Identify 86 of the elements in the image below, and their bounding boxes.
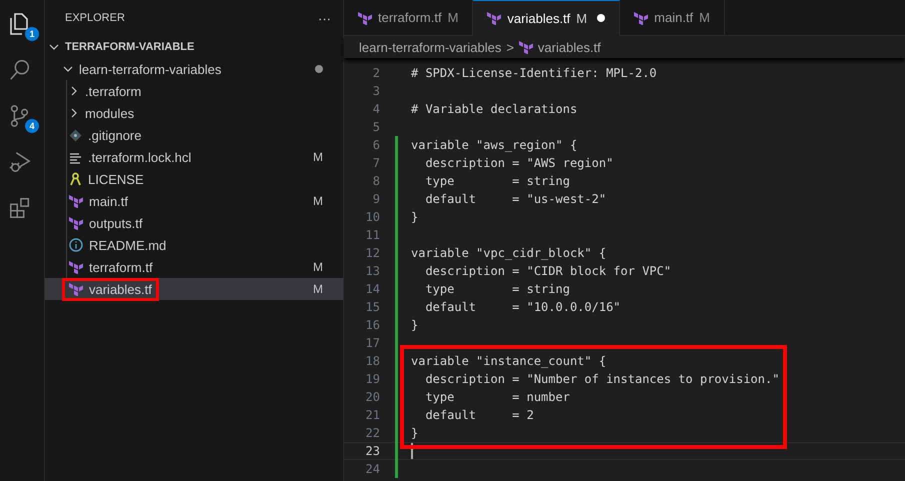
line-number: 20: [364, 390, 380, 404]
line-number: 14: [364, 282, 380, 296]
terraform-file-icon: [358, 10, 372, 24]
folder-item[interactable]: learn-terraform-variables: [45, 58, 343, 80]
file-item[interactable]: .terraform.lock.hcl M: [45, 146, 343, 168]
line-number: 7: [372, 156, 380, 170]
line-number: 11: [364, 228, 380, 242]
code-line: description = "Number of instances to provision.": [424, 372, 780, 386]
code-line: }: [411, 210, 418, 224]
count-badge: 4: [25, 119, 39, 133]
line-number: 22: [364, 426, 380, 440]
modified-label: M: [313, 150, 323, 164]
run-debug-icon[interactable]: [8, 150, 32, 174]
file-item[interactable]: terraform.tf M: [45, 256, 343, 278]
text-lines-icon: [69, 150, 82, 164]
code-line: description = "AWS region": [424, 156, 614, 170]
line-number: 5: [372, 120, 380, 134]
line-number: 18: [364, 354, 380, 368]
code-line: type = number: [424, 390, 570, 404]
file-item[interactable]: modules: [45, 102, 343, 124]
line-number: 16: [364, 318, 380, 332]
modified-label: M: [313, 194, 323, 208]
terraform-file-icon: [69, 260, 83, 274]
code-line: variable "aws_region" {: [411, 138, 578, 152]
code-line: }: [411, 426, 418, 440]
info-icon: [69, 238, 83, 252]
line-number: 4: [372, 102, 380, 116]
line-number: 9: [372, 192, 380, 206]
line-number: 2: [372, 66, 380, 80]
terraform-file-icon: [518, 40, 533, 54]
code-line: description = "CIDR block for VPC": [424, 264, 672, 278]
modified-label: M: [313, 282, 323, 296]
line-number: 3: [372, 84, 380, 98]
terraform-file-icon: [69, 282, 83, 296]
line-number: 23: [364, 444, 380, 458]
code-line: default = 2: [424, 408, 534, 422]
breadcrumb-file[interactable]: variables.tf: [538, 40, 601, 54]
code-line: default = "us-west-2": [424, 192, 606, 206]
file-item[interactable]: variables.tf M: [45, 278, 343, 300]
code-line: variable "instance_count" {: [411, 354, 606, 368]
panel-title: EXPLORER: [65, 12, 125, 24]
breadcrumb-folder[interactable]: learn-terraform-variables: [359, 40, 502, 54]
chevron-icon: [63, 64, 73, 74]
editor-tab[interactable]: main.tf M: [620, 0, 725, 36]
git-file-icon: [69, 128, 82, 142]
file-item[interactable]: main.tf M: [45, 190, 343, 212]
line-number: 21: [364, 408, 380, 422]
code-line: type = string: [424, 282, 570, 296]
editor-tab[interactable]: variables.tf M: [473, 0, 620, 36]
code-line: # Variable declarations: [411, 102, 578, 116]
terraform-file-icon: [487, 11, 502, 25]
extensions-icon[interactable]: [8, 196, 32, 220]
search-icon[interactable]: [8, 58, 32, 82]
source-control-icon[interactable]: [8, 104, 30, 128]
line-number: 12: [364, 246, 380, 260]
line-number: 19: [364, 372, 380, 386]
line-number: 13: [364, 264, 380, 278]
count-badge: 1: [25, 27, 39, 41]
file-item[interactable]: .terraform: [45, 80, 343, 102]
line-number: 10: [364, 210, 380, 224]
line-number: 8: [372, 174, 380, 188]
line-number: 15: [364, 300, 380, 314]
text-cursor: [411, 443, 413, 459]
line-number: 6: [372, 138, 380, 152]
chevron-icon: [49, 42, 59, 52]
line-number: 24: [364, 462, 380, 476]
line-number: 17: [364, 336, 380, 350]
key-icon: [69, 172, 82, 186]
code-line: default = "10.0.0.0/16": [424, 300, 621, 314]
highlight-box: variables.tf: [62, 278, 159, 300]
code-line: }: [411, 318, 418, 332]
code-line: # SPDX-License-Identifier: MPL-2.0: [411, 66, 657, 80]
file-item[interactable]: .gitignore: [45, 124, 343, 146]
file-item[interactable]: README.md: [45, 234, 343, 256]
more-actions-button[interactable]: ···: [318, 10, 331, 26]
file-item[interactable]: LICENSE: [45, 168, 343, 190]
files-icon[interactable]: [8, 12, 30, 36]
file-item[interactable]: outputs.tf: [45, 212, 343, 234]
breadcrumb-separator: >: [506, 40, 514, 54]
terraform-file-icon: [634, 10, 648, 24]
terraform-file-icon: [69, 216, 83, 230]
terraform-file-icon: [69, 194, 83, 208]
modified-label: M: [313, 260, 323, 274]
code-line: type = string: [424, 174, 570, 188]
code-line: variable "vpc_cidr_block" {: [411, 246, 606, 260]
workspace-header[interactable]: TERRAFORM-VARIABLE: [45, 36, 343, 58]
